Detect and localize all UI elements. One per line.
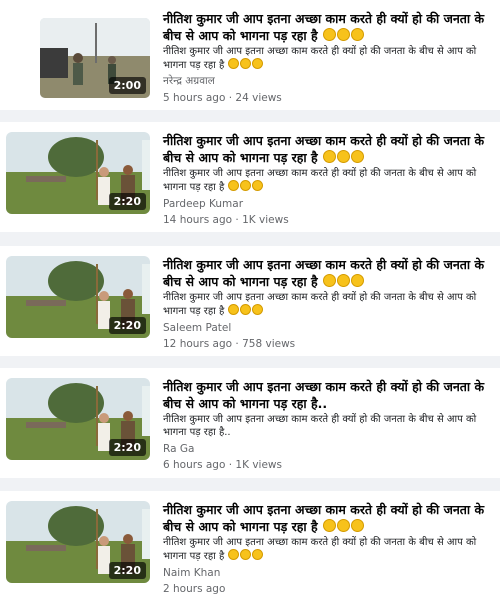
winking-face-icon — [252, 58, 264, 69]
video-thumbnail[interactable]: 2:20 — [6, 132, 150, 214]
laughing-face-icon — [228, 58, 240, 69]
laughing-face-icon — [322, 519, 336, 532]
posted-time: 12 hours ago — [163, 338, 233, 350]
winking-face-icon — [350, 274, 364, 287]
posted-time: 14 hours ago — [163, 214, 233, 226]
meta-separator: · — [225, 459, 236, 471]
laughing-face-icon — [336, 519, 350, 532]
video-result-card[interactable]: 2:20 नीतिश कुमार जी आप इतना अच्छा काम कर… — [0, 246, 500, 356]
laughing-face-icon — [322, 150, 336, 163]
video-title[interactable]: नीतिश कुमार जी आप इतना अच्छा काम करते ही… — [163, 10, 486, 44]
winking-face-icon — [252, 304, 264, 315]
video-result-card[interactable]: 2:20 नीतिश कुमार जी आप इतना अच्छा काम कर… — [0, 122, 500, 232]
posted-time: 6 hours ago — [163, 459, 226, 471]
laughing-face-icon — [336, 28, 350, 41]
video-author[interactable]: Pardeep Kumar — [163, 198, 486, 210]
laughing-face-icon — [228, 549, 240, 560]
video-duration: 2:20 — [108, 562, 146, 579]
video-description: नीतिश कुमार जी आप इतना अच्छा काम करते ही… — [163, 168, 477, 193]
view-count: 24 views — [235, 92, 282, 104]
view-count: 758 views — [242, 338, 296, 350]
laughing-face-icon — [240, 180, 252, 191]
video-result-card[interactable]: 2:20 नीतिश कुमार जी आप इतना अच्छा काम कर… — [0, 491, 500, 599]
video-author[interactable]: Naim Khan — [163, 567, 486, 579]
video-meta: 12 hours ago · 758 views — [163, 338, 486, 350]
posted-time: 2 hours ago — [163, 583, 226, 595]
laughing-face-icon — [240, 549, 252, 560]
video-title[interactable]: नीतिश कुमार जी आप इतना अच्छा काम करते ही… — [163, 378, 486, 412]
video-meta: 6 hours ago · 1K views — [163, 459, 486, 471]
laughing-face-icon — [322, 274, 336, 287]
video-meta: 14 hours ago · 1K views — [163, 214, 486, 226]
winking-face-icon — [252, 180, 264, 191]
laughing-face-icon — [336, 274, 350, 287]
video-duration: 2:00 — [108, 77, 146, 94]
video-title[interactable]: नीतिश कुमार जी आप इतना अच्छा काम करते ही… — [163, 132, 486, 166]
video-author[interactable]: नरेन्द्र अग्रवाल — [163, 74, 486, 88]
winking-face-icon — [350, 519, 364, 532]
winking-face-icon — [350, 150, 364, 163]
video-description: नीतिश कुमार जी आप इतना अच्छा काम करते ही… — [163, 414, 477, 438]
result-text-block: नीतिश कुमार जी आप इतना अच्छा काम करते ही… — [163, 256, 486, 350]
meta-separator: · — [232, 338, 243, 350]
laughing-face-icon — [240, 304, 252, 315]
video-thumbnail[interactable]: 2:20 — [6, 256, 150, 338]
laughing-face-icon — [336, 150, 350, 163]
meta-separator: · — [232, 214, 243, 226]
video-duration: 2:20 — [108, 317, 146, 334]
result-text-block: नीतिश कुमार जी आप इतना अच्छा काम करते ही… — [163, 501, 486, 595]
video-title[interactable]: नीतिश कुमार जी आप इतना अच्छा काम करते ही… — [163, 501, 486, 535]
result-text-block: नीतिश कुमार जी आप इतना अच्छा काम करते ही… — [163, 10, 486, 104]
video-duration: 2:20 — [108, 439, 146, 456]
video-meta: 2 hours ago — [163, 583, 486, 595]
result-text-block: नीतिश कुमार जी आप इतना अच्छा काम करते ही… — [163, 378, 486, 471]
video-thumbnail[interactable]: 2:20 — [6, 378, 150, 460]
video-author[interactable]: Saleem Patel — [163, 322, 486, 334]
video-thumbnail[interactable]: 2:00 — [40, 18, 150, 98]
video-description: नीतिश कुमार जी आप इतना अच्छा काम करते ही… — [163, 46, 477, 71]
winking-face-icon — [350, 28, 364, 41]
video-description: नीतिश कुमार जी आप इतना अच्छा काम करते ही… — [163, 537, 477, 562]
video-duration: 2:20 — [108, 193, 146, 210]
posted-time: 5 hours ago — [163, 92, 226, 104]
laughing-face-icon — [228, 304, 240, 315]
result-text-block: नीतिश कुमार जी आप इतना अच्छा काम करते ही… — [163, 132, 486, 226]
video-results-feed: ● ● 2:00 नीतिश कुमार जी आप इतना अच्छा का… — [0, 0, 500, 599]
winking-face-icon — [252, 549, 264, 560]
view-count: 1K views — [235, 459, 282, 471]
video-result-card[interactable]: 2:20 नीतिश कुमार जी आप इतना अच्छा काम कर… — [0, 368, 500, 478]
video-meta: 5 hours ago · 24 views — [163, 92, 486, 104]
laughing-face-icon — [322, 28, 336, 41]
video-description: नीतिश कुमार जी आप इतना अच्छा काम करते ही… — [163, 292, 477, 317]
laughing-face-icon — [240, 58, 252, 69]
video-thumbnail[interactable]: 2:20 — [6, 501, 150, 583]
view-count: 1K views — [242, 214, 289, 226]
video-result-card[interactable]: ● ● 2:00 नीतिश कुमार जी आप इतना अच्छा का… — [0, 0, 500, 110]
emoji-row-icon: ● ● — [38, 0, 62, 1]
video-title[interactable]: नीतिश कुमार जी आप इतना अच्छा काम करते ही… — [163, 256, 486, 290]
meta-separator: · — [225, 92, 236, 104]
video-author[interactable]: Ra Ga — [163, 443, 486, 455]
laughing-face-icon — [228, 180, 240, 191]
